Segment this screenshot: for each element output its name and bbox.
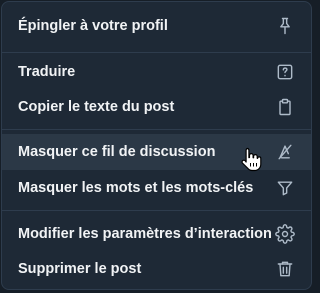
- menu-item-label: Copier le texte du post: [18, 99, 175, 115]
- menu-item-translate[interactable]: Traduire: [2, 54, 311, 90]
- menu-item-label: Masquer ce fil de discussion: [18, 144, 216, 160]
- menu-divider: [2, 210, 311, 211]
- translate-icon: [275, 62, 295, 82]
- filter-icon: [275, 178, 295, 198]
- menu-item-label: Traduire: [18, 64, 76, 80]
- menu-item-pin-to-profile[interactable]: Épingler à votre profil: [2, 8, 311, 44]
- gear-icon: [275, 224, 295, 244]
- menu-item-delete-post[interactable]: Supprimer le post: [2, 251, 311, 287]
- menu-item-mute-words-tags[interactable]: Masquer les mots et les mots-clés: [2, 170, 311, 206]
- menu-item-label: Masquer les mots et les mots-clés: [18, 180, 254, 196]
- menu-item-copy-post-text[interactable]: Copier le texte du post: [2, 89, 311, 125]
- trash-icon: [275, 259, 295, 279]
- menu-item-label: Modifier les paramètres d’interaction: [18, 226, 272, 242]
- menu-item-mute-thread[interactable]: Masquer ce fil de discussion: [2, 134, 311, 170]
- menu-divider: [2, 129, 311, 130]
- menu-divider: [2, 52, 311, 53]
- pin-icon: [275, 16, 295, 36]
- post-context-menu: Épingler à votre profil Traduire Copier …: [1, 1, 312, 290]
- menu-item-label: Supprimer le post: [18, 261, 142, 277]
- menu-item-label: Épingler à votre profil: [18, 18, 168, 34]
- mute-thread-icon: [275, 142, 295, 162]
- clipboard-icon: [275, 97, 295, 117]
- menu-item-edit-interaction-settings[interactable]: Modifier les paramètres d’interaction: [2, 216, 311, 252]
